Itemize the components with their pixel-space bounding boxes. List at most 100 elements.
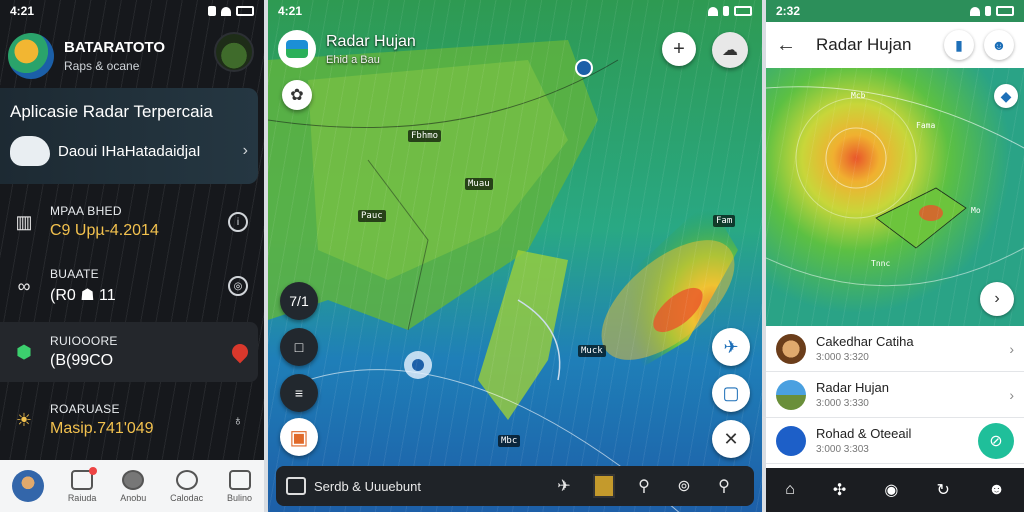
nav-settings[interactable]: Bulino (227, 469, 253, 503)
status-time: 2:32 (776, 4, 801, 18)
signal-icon (723, 6, 729, 16)
close-button[interactable]: ✕ (712, 420, 750, 458)
map-fab-1[interactable]: 7/1 (280, 282, 318, 320)
map-app-title: Radar Hujan Ehid a Bau (278, 30, 416, 68)
map-label: Pauc (358, 210, 386, 222)
status-bar: 4:21 (0, 0, 264, 22)
notifications-icon (71, 466, 98, 490)
layers-icon[interactable] (286, 477, 306, 495)
nav-label: Calodac (170, 492, 204, 503)
back-arrow-icon[interactable]: ← (776, 34, 796, 57)
avatar (776, 379, 806, 410)
status-icons (708, 6, 752, 16)
refresh-icon[interactable]: ↻ (937, 480, 950, 500)
feature-card[interactable]: Aplicasie Radar Terpercaia Daoui IHaHata… (0, 88, 258, 184)
wifi-icon (708, 6, 718, 16)
nav-label: Anobu (120, 492, 147, 503)
target-icon[interactable]: ◎ (228, 276, 248, 296)
app-menu-screen: 4:21 BATARATOTO Raps & ocane Aplicasie R… (0, 0, 264, 512)
link-icon: ∞ (17, 275, 31, 296)
fab-label: 7/1 (289, 293, 309, 309)
app-name: Radar Hujan (326, 32, 416, 50)
fab-label: ≡ (294, 385, 304, 401)
menu-item-4[interactable]: ☀ ROARUASE Masip.741'049 ♁ (0, 390, 258, 450)
signal-icon (208, 6, 216, 16)
brand: BATARATOTO Raps & ocane (64, 39, 165, 73)
svg-text:Mo: Mo (971, 206, 981, 215)
menu-item-value: (R0 ☗ 11 (50, 287, 116, 304)
search-icon[interactable]: ⚲ (704, 476, 744, 496)
bookmark-button[interactable]: ▮ (944, 30, 974, 60)
nav-label: Raiuda (67, 492, 97, 503)
home-icon[interactable]: ⌂ (785, 481, 795, 499)
map-label: Muck (578, 345, 606, 357)
user-avatar-button[interactable]: ☁ (712, 32, 748, 68)
airplane-button[interactable]: ✈ (712, 328, 750, 366)
nav-label: Bulino (227, 492, 253, 503)
radar-detail-screen: 2:32 ← Radar Hujan ▮ ☻ Mcb Fama Mo Tnnc … (766, 0, 1024, 512)
locate-button[interactable]: ◆ (994, 84, 1018, 108)
nav-profile[interactable] (11, 470, 44, 502)
layer-button[interactable]: ▢ (712, 374, 750, 412)
nav-compass[interactable]: Anobu (120, 469, 147, 503)
settings-icon (228, 469, 251, 490)
list-item[interactable]: Radar Hujan 3:000 3:330 › (766, 372, 1024, 418)
search-icon[interactable]: ⚲ (624, 476, 664, 496)
plus-icon: + (673, 37, 685, 60)
map-fab-2[interactable]: □ (280, 328, 318, 366)
menu-item-value: (B(99CO (50, 352, 114, 369)
list-item-subtitle: 3:000 3:330 (816, 398, 869, 409)
weather-icon (175, 469, 198, 490)
profile-icon[interactable]: ☻ (988, 481, 1005, 499)
profile-avatar (11, 470, 44, 502)
battery-icon (734, 6, 752, 16)
signal-icon (985, 6, 991, 16)
map-fab-3[interactable]: ≡ (280, 374, 318, 412)
nav-weather[interactable]: Calodac (170, 469, 204, 503)
list-item-subtitle: 3:000 3:303 (816, 444, 869, 455)
menu-item-3[interactable]: ⬢ RUIOOORE (B(99CO (0, 322, 258, 382)
compass-icon (122, 469, 145, 490)
map-label: Muau (465, 178, 493, 190)
info-icon[interactable]: i (228, 212, 248, 232)
menu-item-2[interactable]: ∞ BUAATE (R0 ☗ 11 ◎ (0, 256, 258, 316)
list-item-title: Cakedhar Catiha (816, 334, 914, 349)
locate-icon: ◆ (1000, 87, 1012, 104)
profile-icon: ☻ (991, 37, 1007, 53)
nav-notifications[interactable]: Raiuda (67, 466, 98, 503)
tag-icon[interactable]: ⊚ (664, 476, 704, 496)
location-pin-icon[interactable] (228, 340, 252, 364)
list-item-title: Rohad & Oteeail (816, 426, 912, 441)
status-bar: 4:21 (268, 0, 762, 22)
status-bar: 2:32 (766, 0, 1024, 22)
user-avatar[interactable] (214, 32, 254, 72)
avatar-icon: ☁ (722, 42, 738, 59)
next-button[interactable]: › (980, 282, 1014, 316)
profile-button[interactable]: ☻ (984, 30, 1014, 60)
settings-gear-button[interactable]: ✿ (282, 80, 312, 110)
airplane-icon[interactable]: ✈ (544, 476, 584, 496)
svg-text:Tnnc: Tnnc (871, 259, 890, 268)
compass-icon[interactable]: ◉ (884, 480, 898, 500)
menu-item-label: MPAA BHED (50, 204, 122, 218)
bulb-icon[interactable]: ♁ (228, 410, 248, 430)
briefcase-icon: ▣ (289, 426, 309, 449)
highlight-button[interactable] (584, 474, 624, 498)
bookmark-icon: ▮ (955, 36, 963, 53)
wifi-icon (221, 6, 231, 16)
feature-title: Aplicasie Radar Terpercaia (10, 102, 213, 121)
compass-fab[interactable]: ⊘ (978, 422, 1014, 459)
list-item[interactable]: Cakedhar Catiha 3:000 3:320 › (766, 326, 1024, 372)
fab-label: □ (294, 339, 304, 355)
add-button[interactable]: + (662, 32, 696, 66)
map-fab-4[interactable]: ▣ (280, 418, 318, 456)
page-title: Radar Hujan (816, 35, 912, 54)
list-item[interactable]: Rohad & Oteeail 3:000 3:303 ⊘ (766, 418, 1024, 464)
airplane-icon: ✈ (723, 336, 739, 357)
chevron-right-icon: › (994, 290, 1000, 307)
fan-icon[interactable]: ✣ (833, 480, 846, 500)
menu-item-1[interactable]: ▥ MPAA BHED C9 Upµ-4.2014 i (0, 192, 258, 252)
feature-description: Daoui IHaHatadaidjaI (58, 142, 201, 160)
app-logo (8, 33, 54, 79)
svg-text:Mcb: Mcb (851, 91, 866, 100)
